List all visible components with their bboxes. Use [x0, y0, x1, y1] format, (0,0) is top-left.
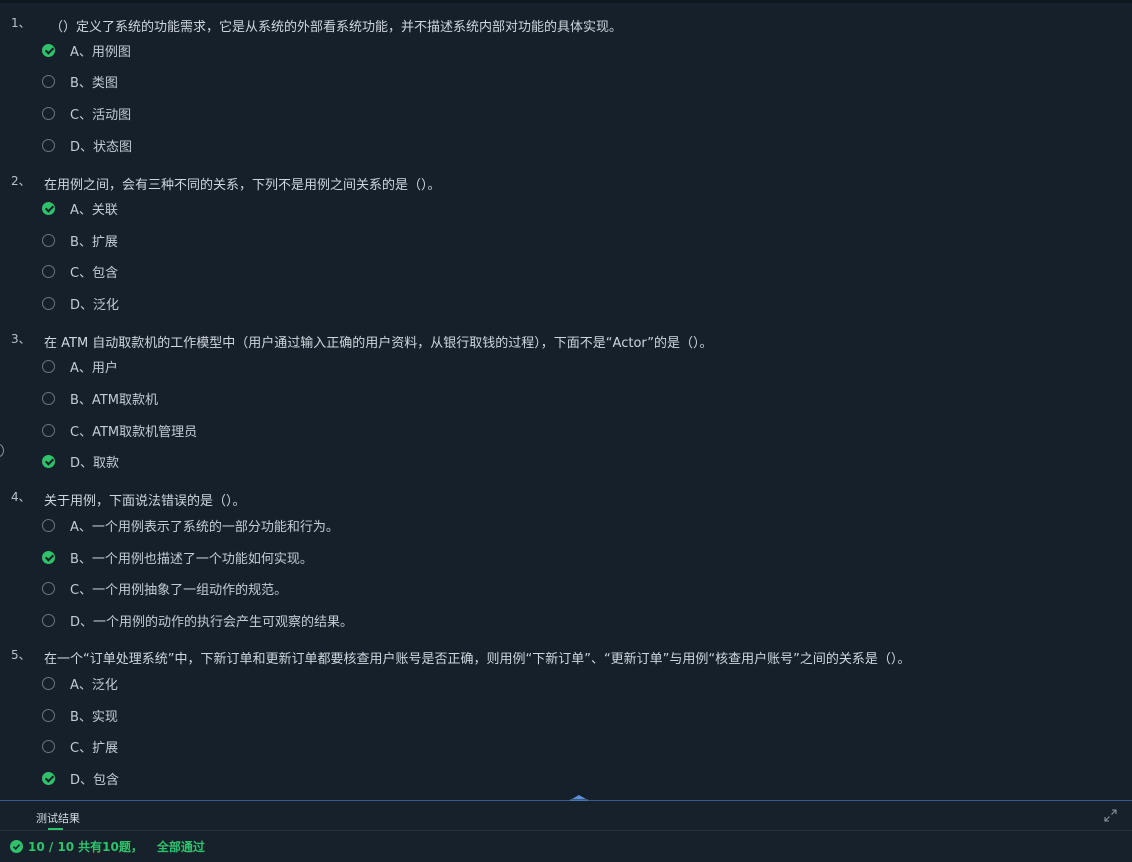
- panel-separator: [0, 830, 1132, 831]
- option-d[interactable]: D、取款: [42, 452, 120, 471]
- result-status: 全部通过: [156, 840, 205, 854]
- option-c[interactable]: C、ATM取款机管理员: [42, 421, 198, 440]
- option-a[interactable]: A、关联: [42, 199, 118, 218]
- option-label: C、扩展: [70, 740, 119, 756]
- option-label: A、关联: [70, 202, 118, 218]
- option-label: C、ATM取款机管理员: [70, 424, 198, 440]
- question-text: 在一个“订单处理系统”中，下新订单和更新订单都要核查用户账号是否正确，则用例“下…: [44, 652, 911, 667]
- radio-icon[interactable]: [42, 708, 55, 722]
- radio-icon[interactable]: [42, 233, 55, 247]
- radio-icon[interactable]: [42, 359, 55, 373]
- option-b[interactable]: B、类图: [42, 72, 118, 91]
- radio-icon[interactable]: [42, 423, 55, 437]
- radio-icon[interactable]: [42, 676, 55, 690]
- check-circle-icon[interactable]: [42, 454, 55, 468]
- option-label: B、类图: [70, 75, 118, 91]
- radio-icon[interactable]: [42, 581, 55, 595]
- option-c[interactable]: C、扩展: [42, 737, 119, 756]
- radio-icon[interactable]: [42, 296, 55, 310]
- option-b[interactable]: B、一个用例也描述了一个功能如何实现。: [42, 548, 313, 567]
- option-label: B、扩展: [70, 234, 118, 250]
- option-label: B、一个用例也描述了一个功能如何实现。: [70, 551, 313, 567]
- question-text: 在用例之间，会有三种不同的关系，下列不是用例之间关系的是（）。: [44, 178, 441, 193]
- check-circle-icon[interactable]: [42, 771, 55, 785]
- option-c[interactable]: C、包含: [42, 262, 119, 281]
- option-b[interactable]: B、扩展: [42, 231, 118, 250]
- option-c[interactable]: C、一个用例抽象了一组动作的规范。: [42, 579, 288, 598]
- check-circle-icon: [10, 840, 23, 853]
- option-label: C、一个用例抽象了一组动作的规范。: [70, 582, 288, 598]
- check-circle-icon[interactable]: [42, 43, 55, 57]
- option-label: B、ATM取款机: [70, 392, 158, 408]
- question-number: 5、: [11, 648, 31, 662]
- question-number: 3、: [11, 332, 31, 346]
- option-label: D、取款: [70, 455, 120, 471]
- option-b[interactable]: B、实现: [42, 706, 118, 725]
- radio-icon[interactable]: [42, 518, 55, 532]
- radio-icon[interactable]: [42, 138, 55, 152]
- check-circle-icon[interactable]: [42, 201, 55, 215]
- radio-icon[interactable]: [42, 74, 55, 88]
- option-a[interactable]: A、用例图: [42, 41, 131, 60]
- result-panel: 测试结果 10 / 10 共有10题， 全部通过: [0, 801, 1132, 862]
- option-a[interactable]: A、泛化: [42, 674, 118, 693]
- option-label: D、泛化: [70, 297, 120, 313]
- question-text: 在 ATM 自动取款机的工作模型中（用户通过输入正确的用户资料，从银行取钱的过程…: [44, 336, 713, 351]
- check-circle-icon[interactable]: [42, 550, 55, 564]
- option-label: A、用例图: [70, 44, 131, 60]
- result-summary: 10 / 10 共有10题， 全部通过: [10, 838, 205, 855]
- quiz-content: 1、 （）定义了系统的功能需求，它是从系统的外部看系统功能，并不描述系统内部对功…: [0, 0, 1132, 800]
- option-label: A、一个用例表示了系统的一部分功能和行为。: [70, 519, 339, 535]
- question-number: 4、: [11, 490, 31, 504]
- expand-icon[interactable]: [1104, 809, 1117, 822]
- radio-icon[interactable]: [42, 391, 55, 405]
- option-a[interactable]: A、一个用例表示了系统的一部分功能和行为。: [42, 516, 339, 535]
- option-label: C、包含: [70, 265, 119, 281]
- option-d[interactable]: D、包含: [42, 769, 120, 788]
- option-d[interactable]: D、一个用例的动作的执行会产生可观察的结果。: [42, 611, 354, 630]
- radio-icon[interactable]: [42, 739, 55, 753]
- option-label: D、状态图: [70, 139, 133, 155]
- question-text: 关于用例，下面说法错误的是（）。: [44, 494, 246, 509]
- question-text: （）定义了系统的功能需求，它是从系统的外部看系统功能，并不描述系统内部对功能的具…: [50, 20, 623, 35]
- radio-icon[interactable]: [42, 264, 55, 278]
- result-total: 共有10题，: [78, 840, 143, 854]
- option-label: D、一个用例的动作的执行会产生可观察的结果。: [70, 614, 354, 630]
- option-label: A、用户: [70, 360, 118, 376]
- question-number: 2、: [11, 174, 31, 188]
- option-d[interactable]: D、状态图: [42, 136, 133, 155]
- question-number: 1、: [11, 16, 31, 30]
- option-b[interactable]: B、ATM取款机: [42, 389, 158, 408]
- radio-icon[interactable]: [42, 613, 55, 627]
- option-c[interactable]: C、活动图: [42, 104, 132, 123]
- option-label: A、泛化: [70, 677, 118, 693]
- result-count: 10 / 10: [28, 839, 75, 854]
- option-label: B、实现: [70, 709, 118, 725]
- option-label: C、活动图: [70, 107, 132, 123]
- option-d[interactable]: D、泛化: [42, 294, 120, 313]
- tab-test-result[interactable]: 测试结果: [36, 810, 80, 826]
- option-label: D、包含: [70, 772, 120, 788]
- option-a[interactable]: A、用户: [42, 357, 118, 376]
- radio-icon[interactable]: [42, 106, 55, 120]
